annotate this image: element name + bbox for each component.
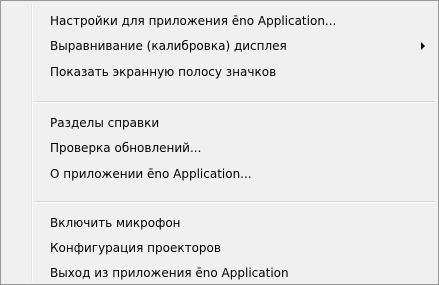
menu-item-display-calibration[interactable]: Выравнивание (калибровка) дисплея — [4, 35, 435, 57]
submenu-arrow-icon — [421, 42, 425, 50]
menu-item-label: Включить микрофон — [50, 216, 181, 230]
menu-item-label: Выход из приложения ēno Application — [50, 266, 289, 280]
menu-item-enable-microphone[interactable]: Включить микрофон — [4, 212, 435, 234]
menu-item-label: Показать экранную полосу значков — [50, 65, 277, 79]
menu-item-label: О приложении ēno Application... — [50, 167, 252, 181]
menu-item-label: Проверка обновлений... — [50, 141, 202, 155]
menu-item-help-topics[interactable]: Разделы справки — [4, 112, 435, 134]
menu-item-label: Выравнивание (калибровка) дисплея — [50, 39, 287, 53]
menu-item-about[interactable]: О приложении ēno Application... — [4, 163, 435, 185]
menu-separator — [34, 201, 435, 203]
menu-separator — [34, 101, 435, 103]
menu-item-label: Настройки для приложения ēno Application… — [50, 14, 337, 28]
menu-item-label: Разделы справки — [50, 116, 160, 130]
menu-item-show-toolbar[interactable]: Показать экранную полосу значков — [4, 61, 435, 83]
menu-item-eno-settings[interactable]: Настройки для приложения ēno Application… — [4, 10, 435, 32]
menu-item-projector-config[interactable]: Конфигурация проекторов — [4, 237, 435, 259]
menu-item-check-updates[interactable]: Проверка обновлений... — [4, 137, 435, 159]
context-menu: Настройки для приложения ēno Application… — [0, 0, 439, 285]
menu-item-exit[interactable]: Выход из приложения ēno Application — [4, 262, 435, 284]
menu-item-label: Конфигурация проекторов — [50, 241, 221, 255]
